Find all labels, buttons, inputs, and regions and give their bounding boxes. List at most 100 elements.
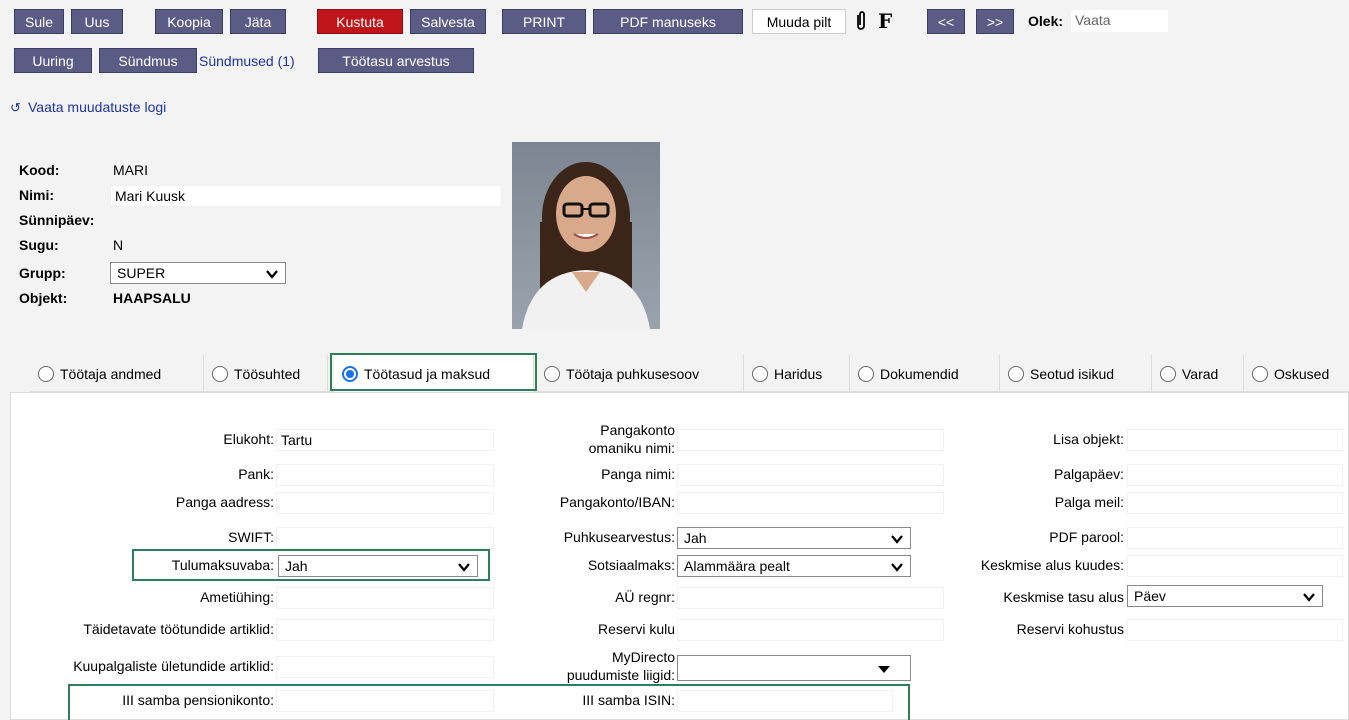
next-button[interactable]: >>: [976, 9, 1014, 34]
union-regnr-field[interactable]: [677, 587, 944, 609]
pdf-password-field[interactable]: [1127, 527, 1343, 549]
tab-employment[interactable]: Töösuhted: [204, 355, 328, 392]
chevron-down-icon: [266, 270, 278, 279]
bank-name-field[interactable]: [677, 464, 944, 486]
active-tab-highlight: [330, 353, 537, 391]
bank-label: Pank:: [238, 466, 274, 482]
pdf-password-label: PDF parool:: [1049, 529, 1124, 545]
chevron-down-icon: [891, 535, 903, 544]
state-field: Vaata: [1071, 10, 1168, 32]
reserve-cost-label: Reservi kulu: [597, 621, 675, 637]
salary-email-label: Palga meil:: [1054, 494, 1124, 510]
chevron-down-icon: [1303, 593, 1315, 602]
tab-assets[interactable]: Varad: [1152, 355, 1244, 392]
prev-button[interactable]: <<: [927, 9, 965, 34]
gender-label: Sugu:: [19, 237, 59, 253]
code-value: MARI: [113, 162, 148, 178]
group-select-value: SUPER: [117, 265, 166, 281]
iban-field[interactable]: [677, 492, 944, 514]
name-field[interactable]: Mari Kuusk: [110, 185, 502, 207]
vacation-calc-label: Puhkusearvestus:: [563, 529, 675, 545]
swift-field[interactable]: [276, 527, 494, 549]
tab-label: Töösuhted: [234, 365, 301, 382]
work-hours-articles-label: Täidetavate töötundide artiklid:: [83, 621, 274, 637]
paperclip-icon[interactable]: [851, 9, 871, 33]
account-owner-label-line2: omaniku nimi:: [588, 440, 675, 456]
union-regnr-label: AÜ regnr:: [615, 589, 675, 605]
save-button[interactable]: Salvesta: [410, 9, 486, 34]
average-pay-basis-select[interactable]: Päev: [1127, 585, 1323, 607]
residence-field[interactable]: Tartu: [276, 429, 494, 451]
mydirecto-label-line2: puudumiste liigid:: [566, 667, 675, 683]
events-link[interactable]: Sündmused (1): [199, 53, 295, 69]
radio-icon: [752, 365, 768, 382]
tab-skills[interactable]: Oskused: [1244, 355, 1349, 392]
extra-object-label: Lisa objekt:: [1053, 431, 1124, 447]
tab-label: Varad: [1182, 365, 1219, 382]
overtime-articles-field[interactable]: [276, 656, 494, 678]
tab-employee-data[interactable]: Töötaja andmed: [30, 355, 204, 392]
print-button[interactable]: PRINT: [502, 9, 586, 34]
bank-name-label: Panga nimi:: [601, 466, 675, 482]
tab-related-persons[interactable]: Seotud isikud: [1000, 355, 1152, 392]
swift-label: SWIFT:: [228, 529, 274, 545]
tab-education[interactable]: Haridus: [744, 355, 850, 392]
average-months-label: Keskmise alus kuudes:: [980, 557, 1124, 573]
object-label: Objekt:: [19, 290, 68, 306]
radio-icon: [544, 365, 560, 382]
group-label: Grupp:: [19, 265, 66, 281]
overtime-articles-label: Kuupalgaliste ületundide artiklid:: [73, 658, 274, 674]
payday-field[interactable]: [1127, 464, 1343, 486]
gender-value: N: [113, 237, 124, 253]
name-label: Nimi:: [19, 187, 54, 203]
tab-label: Töötaja andmed: [60, 365, 162, 382]
bank-address-field[interactable]: [276, 492, 494, 514]
pdf-attach-button[interactable]: PDF manuseks: [593, 9, 743, 34]
trade-union-label: Ametiühing:: [200, 589, 274, 605]
code-label: Kood:: [19, 162, 60, 178]
bank-field[interactable]: [276, 464, 494, 486]
inquiry-button[interactable]: Uuring: [14, 48, 92, 73]
work-hours-articles-field[interactable]: [276, 619, 494, 641]
vacation-calc-select[interactable]: Jah: [677, 527, 911, 549]
delete-button[interactable]: Kustuta: [317, 9, 403, 34]
salary-email-field[interactable]: [1127, 492, 1343, 514]
extra-object-field[interactable]: [1127, 429, 1343, 451]
tab-documents[interactable]: Dokumendid: [850, 355, 1000, 392]
radio-icon: [1008, 365, 1024, 382]
vacation-calc-value: Jah: [684, 530, 707, 546]
average-months-field[interactable]: [1127, 555, 1343, 577]
average-pay-basis-label: Keskmise tasu alus: [1003, 589, 1124, 605]
group-select[interactable]: SUPER: [110, 262, 286, 284]
copy-button[interactable]: Koopia: [155, 9, 223, 34]
mydirecto-label-line1: MyDirecto: [611, 649, 675, 665]
f-button[interactable]: F: [878, 9, 892, 33]
radio-icon: [38, 365, 54, 382]
close-button[interactable]: Sule: [14, 9, 64, 34]
object-value: HAAPSALU: [113, 290, 191, 306]
tab-label: Oskused: [1274, 365, 1330, 382]
changelog-link[interactable]: Vaata muudatuste logi: [28, 99, 166, 115]
trade-union-field[interactable]: [276, 587, 494, 609]
keep-button[interactable]: Jäta: [230, 9, 286, 34]
event-button[interactable]: Sündmus: [99, 48, 197, 73]
tax-free-highlight: [132, 549, 490, 581]
reserve-liability-label: Reservi kohustus: [1016, 621, 1124, 637]
isin-label: III samba ISIN:: [582, 692, 675, 708]
radio-icon: [858, 365, 874, 382]
average-pay-basis-value: Päev: [1134, 588, 1166, 604]
account-owner-field[interactable]: [677, 429, 944, 451]
caret-down-icon: [878, 666, 890, 673]
tab-label: Haridus: [774, 365, 823, 382]
isin-field[interactable]: [677, 690, 893, 712]
reserve-liability-field[interactable]: [1127, 619, 1343, 641]
mydirecto-absence-select[interactable]: [677, 655, 911, 681]
reserve-cost-field[interactable]: [677, 619, 944, 641]
tab-vacation-request[interactable]: Töötaja puhkusesoov: [536, 355, 744, 392]
payroll-button[interactable]: Töötasu arvestus: [318, 48, 474, 73]
social-tax-value: Alammäära pealt: [684, 558, 790, 574]
state-label: Olek:: [1028, 13, 1064, 29]
change-image-button[interactable]: Muuda pilt: [752, 9, 846, 34]
new-button[interactable]: Uus: [71, 9, 123, 34]
social-tax-select[interactable]: Alammäära pealt: [677, 555, 911, 577]
